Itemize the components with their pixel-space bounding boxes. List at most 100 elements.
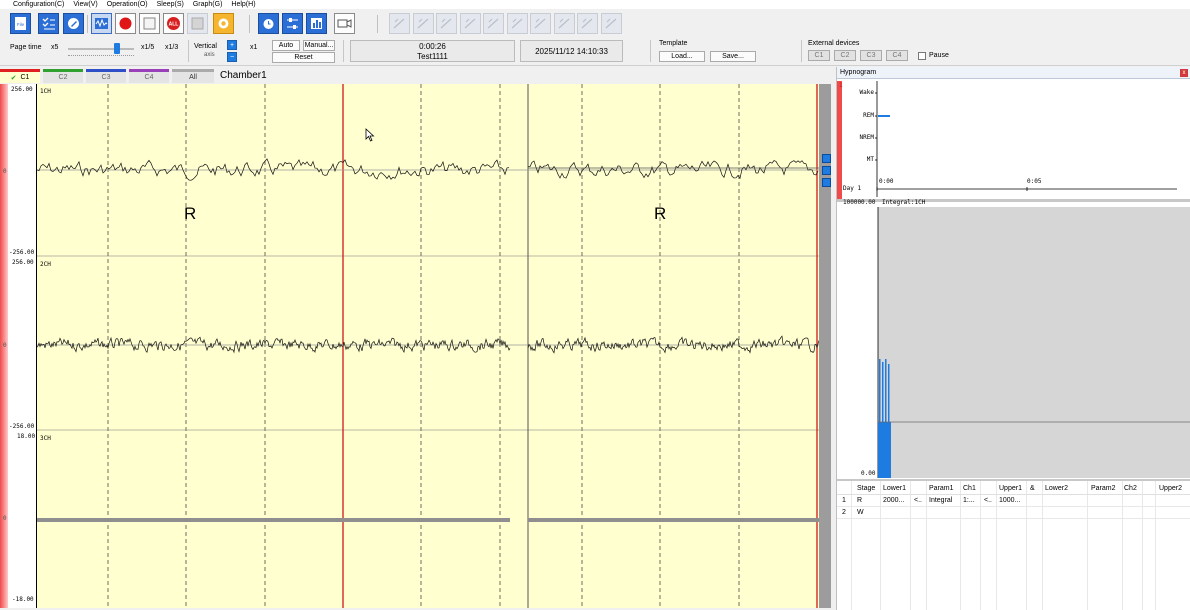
row-1-param1[interactable]: Integral: [929, 497, 952, 504]
alarm-button[interactable]: [258, 13, 279, 34]
stage-marker-2: R: [654, 204, 667, 223]
ch3-top-label: 18.00: [17, 433, 36, 440]
disabled-tool-button[interactable]: [459, 13, 481, 34]
close-icon[interactable]: x: [1180, 69, 1188, 77]
integral-bg: [878, 207, 1190, 478]
checklist-button[interactable]: [38, 13, 59, 34]
alarm-clock-icon: [263, 19, 274, 29]
manual-button[interactable]: Manual...: [303, 40, 335, 51]
col-lower1: Lower1: [883, 485, 906, 492]
vertical-plus-button[interactable]: +: [227, 40, 237, 50]
file-button[interactable]: File: [10, 13, 31, 34]
vertical-minus-button[interactable]: −: [227, 52, 237, 62]
col-stage: Stage: [857, 485, 876, 492]
integral-bar: [878, 422, 891, 478]
zoom-out-mini-button[interactable]: [822, 166, 831, 175]
elapsed-time: 0:00:26: [419, 42, 446, 51]
disabled-tool-button[interactable]: [600, 13, 622, 34]
integral-spike: [879, 359, 881, 423]
template-load-button[interactable]: Load...: [659, 51, 705, 62]
all-button[interactable]: ALL: [163, 13, 184, 34]
hyp-channel-number: 1: [839, 82, 843, 89]
settings-button[interactable]: [213, 13, 234, 34]
row-1-index[interactable]: 1: [842, 497, 846, 504]
disabled-tool-button[interactable]: [412, 13, 434, 34]
criteria-table[interactable]: Stage Lower1 Param1 Ch1 Upper1 & Lower2 …: [837, 479, 1190, 610]
zoom-in-mini-button[interactable]: [822, 154, 831, 163]
disabled-tool-icon: [440, 18, 452, 29]
zoom-b-label[interactable]: x1/3: [165, 44, 178, 51]
checklist-icon: [42, 17, 55, 30]
stage-label-nrem: NREM: [859, 134, 874, 141]
row-2-index[interactable]: 2: [842, 509, 846, 516]
tab-c3[interactable]: C3: [86, 69, 126, 83]
col-lower2: Lower2: [1045, 485, 1068, 492]
ext-c1-button[interactable]: C1: [808, 50, 830, 61]
row-1-stage[interactable]: R: [857, 497, 862, 504]
ext-c4-button[interactable]: C4: [886, 50, 908, 61]
disabled-tool-button[interactable]: [530, 13, 551, 34]
template-label: Template: [659, 40, 688, 47]
row-1-ch1[interactable]: 1:...: [963, 497, 975, 504]
file-icon: File: [15, 17, 26, 30]
disabled-tool-button[interactable]: [577, 13, 598, 34]
waveform-plot[interactable]: 256.00 1CH 0 -256.00 256.00 2CH 0 -256.0…: [0, 84, 834, 608]
page-time-slider[interactable]: [66, 43, 136, 57]
tab-c1[interactable]: ✔ C1: [0, 69, 40, 83]
stage-label-mt: MT: [866, 156, 874, 163]
disabled-tool-button[interactable]: [506, 13, 528, 34]
ext-c3-button[interactable]: C3: [860, 50, 882, 61]
row-2-stage[interactable]: W: [857, 509, 864, 516]
row-1-lower1[interactable]: 2000...: [883, 497, 904, 504]
hypnogram-title: Hypnogram: [840, 69, 877, 76]
integral-spike: [882, 362, 884, 423]
graph-button[interactable]: [306, 13, 327, 34]
menu-graph[interactable]: Graph(G): [193, 1, 223, 8]
video-button[interactable]: [334, 13, 355, 34]
menu-view[interactable]: View(V): [73, 1, 97, 8]
disabled-tool-icon: [511, 18, 522, 29]
hypnogram-title-bar: Hypnogram x: [837, 67, 1190, 79]
tab-c4[interactable]: C4: [129, 69, 169, 83]
col-ch2: Ch2: [1124, 485, 1137, 492]
ch1-trace: [528, 160, 819, 180]
disabled-tool-button[interactable]: [436, 13, 457, 34]
auto-button[interactable]: Auto: [272, 40, 300, 51]
tab-c2[interactable]: C2: [43, 69, 83, 83]
axis-label: axis: [204, 52, 215, 58]
col-and: &: [1030, 485, 1035, 492]
disabled-tool-button[interactable]: [483, 13, 504, 34]
edit-button[interactable]: [63, 13, 84, 34]
all-square-icon: [191, 17, 204, 30]
integral-label: Integral:1CH: [882, 199, 926, 206]
menu-configuration[interactable]: Configuration(C): [13, 1, 64, 8]
all-disabled-button[interactable]: [187, 13, 208, 34]
hypnogram-svg: [837, 79, 1190, 479]
gear-icon: [218, 18, 229, 29]
ext-c2-button[interactable]: C2: [834, 50, 856, 61]
check-icon: ✔: [10, 74, 17, 82]
zoom-a-label[interactable]: x1/5: [141, 44, 154, 51]
slider-thumb[interactable]: [114, 43, 120, 54]
row-1-op1[interactable]: <..: [914, 497, 922, 504]
tab-all[interactable]: All: [172, 69, 214, 83]
col-upper1: Upper1: [999, 485, 1022, 492]
row-1-upper1[interactable]: 1000...: [999, 497, 1020, 504]
monitor-button[interactable]: [91, 13, 112, 34]
stop-icon: [143, 17, 156, 30]
record-button[interactable]: [115, 13, 136, 34]
reset-button[interactable]: Reset: [272, 52, 335, 63]
ch2-name: 2CH: [40, 261, 51, 268]
disabled-tool-button[interactable]: [553, 13, 575, 34]
disabled-tool-button[interactable]: [389, 13, 410, 34]
template-save-button[interactable]: Save...: [710, 51, 756, 62]
menu-help[interactable]: Help(H): [231, 1, 255, 8]
menu-sleep[interactable]: Sleep(S): [157, 1, 184, 8]
pause-checkbox[interactable]: [918, 52, 926, 60]
fit-mini-button[interactable]: [822, 178, 831, 187]
stop-button[interactable]: [139, 13, 160, 34]
row-1-op2[interactable]: <..: [984, 497, 992, 504]
adjust-button[interactable]: [282, 13, 303, 34]
menu-operation[interactable]: Operation(O): [107, 1, 148, 8]
chamber-name: Chamber1: [220, 70, 267, 81]
